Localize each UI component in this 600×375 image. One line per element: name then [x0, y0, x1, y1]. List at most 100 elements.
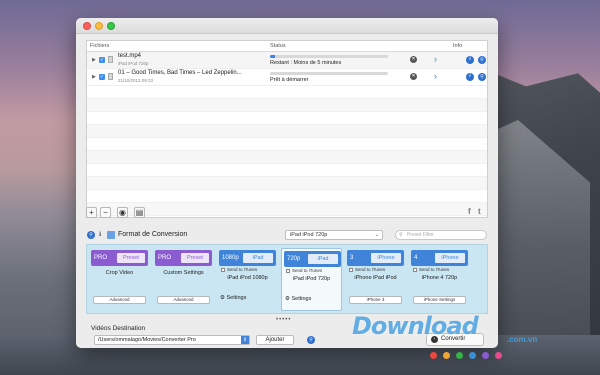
badge-inner: iPad: [243, 253, 273, 263]
file-meta: 21/10/2013 09:23: [118, 78, 154, 83]
empty-row: [87, 138, 487, 151]
search-icon[interactable]: ⚲: [307, 336, 315, 344]
preset-card[interactable]: PRO Preset Custom Settings Advanced: [153, 248, 214, 311]
format-select[interactable]: iPad iPod 720p ⌄: [285, 230, 383, 240]
send-label: Send to iTunes: [355, 267, 386, 272]
title-bar[interactable]: [76, 18, 498, 34]
chevron-down-icon: ⌄: [374, 232, 379, 238]
column-header-info[interactable]: Info: [453, 43, 462, 49]
empty-row: [87, 125, 487, 138]
add-destination-button[interactable]: Ajouter: [256, 335, 294, 345]
settings-link[interactable]: ⚙ Settings: [220, 295, 246, 301]
preset-badge: 720p iPad: [284, 251, 341, 267]
preset-label: Custom Settings: [163, 270, 204, 276]
preset-filter-input[interactable]: Preset Filter: [395, 230, 487, 240]
send-to-itunes-checkbox[interactable]: Send to iTunes: [413, 267, 449, 272]
remove-file-button[interactable]: −: [100, 207, 111, 218]
empty-row: [87, 203, 487, 216]
chevron-updown-icon: ⇕: [241, 336, 249, 344]
empty-row: [87, 164, 487, 177]
disclosure-triangle-icon[interactable]: ▶: [92, 74, 96, 80]
watermark-dots: [430, 346, 508, 364]
preset-card[interactable]: 1080p iPad Send to iTunes iPad iPod 1080p…: [217, 248, 278, 311]
advanced-button[interactable]: Advanced: [157, 296, 210, 304]
file-name: 01 – Good Times, Bad Times – Led Zeppeli…: [118, 70, 242, 76]
badge-label: 1080p: [222, 255, 239, 261]
search-icon[interactable]: ⚲: [87, 231, 95, 239]
send-to-itunes-checkbox[interactable]: Send to iTunes: [286, 268, 322, 273]
trash-icon[interactable]: ▤: [134, 207, 145, 218]
info-icon[interactable]: i: [466, 56, 474, 64]
destination-path: /Users/ommalago/Movies/Converter Pro: [98, 337, 196, 343]
empty-row: [87, 151, 487, 164]
chevron-right-icon[interactable]: ›: [434, 54, 437, 64]
twitter-icon[interactable]: t: [478, 207, 481, 216]
preset-badge: 1080p iPad: [219, 250, 276, 266]
preset-label: iPad iPod 720p: [292, 276, 331, 282]
file-checkbox[interactable]: ✓: [99, 57, 105, 63]
disclosure-triangle-icon[interactable]: ▶: [92, 57, 96, 63]
cancel-icon[interactable]: ✕: [410, 56, 417, 63]
empty-row: [87, 86, 487, 99]
cancel-icon[interactable]: ✕: [410, 73, 417, 80]
facebook-icon[interactable]: f: [468, 207, 471, 216]
file-row[interactable]: ▶ ✓ test.mp4 iPad iPod 720p Restant : Mo…: [87, 52, 487, 69]
badge-label: 720p: [287, 256, 301, 262]
badge-inner: iPhone: [371, 253, 401, 263]
settings-link[interactable]: ⚙ Settings: [285, 296, 311, 302]
badge-inner: Preset: [117, 253, 145, 263]
film-icon: [107, 231, 115, 239]
preset-label: iPad iPod 1080p: [227, 275, 268, 281]
app-window: Fichiers Status Info ▶ ✓ test.mp4 iPad i…: [76, 18, 498, 348]
preset-card[interactable]: PRO Preset Crop Video Advanced: [89, 248, 150, 311]
search-icon[interactable]: ⚲: [478, 73, 486, 81]
preset-settings-button[interactable]: iPhone Settings: [413, 296, 466, 304]
file-table: Fichiers Status Info ▶ ✓ test.mp4 iPad i…: [86, 40, 488, 218]
destination-title: Vidéos Destination: [91, 325, 146, 332]
add-file-button[interactable]: +: [86, 207, 97, 218]
send-label: Send to iTunes: [292, 268, 323, 273]
send-to-itunes-checkbox[interactable]: Send to iTunes: [349, 267, 385, 272]
minimize-window-button[interactable]: [95, 22, 103, 30]
preset-settings-button[interactable]: iPhone 3: [349, 296, 402, 304]
destination-path-select[interactable]: /Users/ommalago/Movies/Converter Pro ⇕: [94, 335, 250, 345]
column-header-status[interactable]: Status: [270, 43, 286, 49]
zoom-window-button[interactable]: [107, 22, 115, 30]
close-window-button[interactable]: [83, 22, 91, 30]
search-icon[interactable]: ⚲: [478, 56, 486, 64]
progress-bar: [270, 55, 388, 58]
preset-label: Crop Video: [105, 270, 134, 276]
format-select-value: iPad iPod 720p: [290, 232, 328, 238]
preset-card[interactable]: 4 iPhone Send to iTunes iPhone 4 720p iPh…: [409, 248, 470, 311]
file-name: test.mp4: [118, 53, 142, 59]
file-status: Restant : Moins de 5 minutes: [270, 60, 342, 66]
badge-label: PRO: [94, 255, 108, 261]
badge-inner: Preset: [181, 253, 209, 263]
column-header-files[interactable]: Fichiers: [90, 43, 109, 49]
file-checkbox[interactable]: ✓: [99, 74, 105, 80]
info-icon[interactable]: i: [466, 73, 474, 81]
preset-card-selected[interactable]: 720p iPad Send to iTunes iPad iPod 720p ⚙…: [281, 248, 342, 311]
preset-card[interactable]: 3 iPhone Send to iTunes iPhone iPad iPod …: [345, 248, 406, 311]
format-bar: ⚲ ℹ Format de Conversion iPad iPod 720p …: [86, 229, 488, 243]
badge-label: 4: [414, 255, 418, 261]
badge-inner: iPad: [308, 254, 338, 264]
preset-label: iPhone iPad iPod: [354, 275, 397, 281]
preset-badge: PRO Preset: [91, 250, 148, 266]
send-to-itunes-checkbox[interactable]: Send to iTunes: [221, 267, 257, 272]
watermark-logo: Download: [352, 312, 479, 340]
send-label: Send to iTunes: [419, 267, 450, 272]
format-title: Format de Conversion: [118, 231, 188, 238]
empty-row: [87, 112, 487, 125]
chevron-right-icon[interactable]: ›: [434, 71, 437, 81]
file-row[interactable]: ▶ ✓ 01 – Good Times, Bad Times – Led Zep…: [87, 69, 487, 86]
preset-badge: 3 iPhone: [347, 250, 404, 266]
presets-strip: PRO Preset Crop Video Advanced PRO Preset …: [86, 244, 488, 314]
table-header: Fichiers Status Info: [87, 41, 487, 52]
empty-row: [87, 190, 487, 203]
convert-all-icon[interactable]: ◉: [117, 207, 128, 218]
watermark-suffix: .com.vn: [507, 335, 538, 344]
advanced-button[interactable]: Advanced: [93, 296, 146, 304]
info-icon[interactable]: ℹ: [99, 231, 101, 238]
badge-label: 3: [350, 255, 354, 261]
